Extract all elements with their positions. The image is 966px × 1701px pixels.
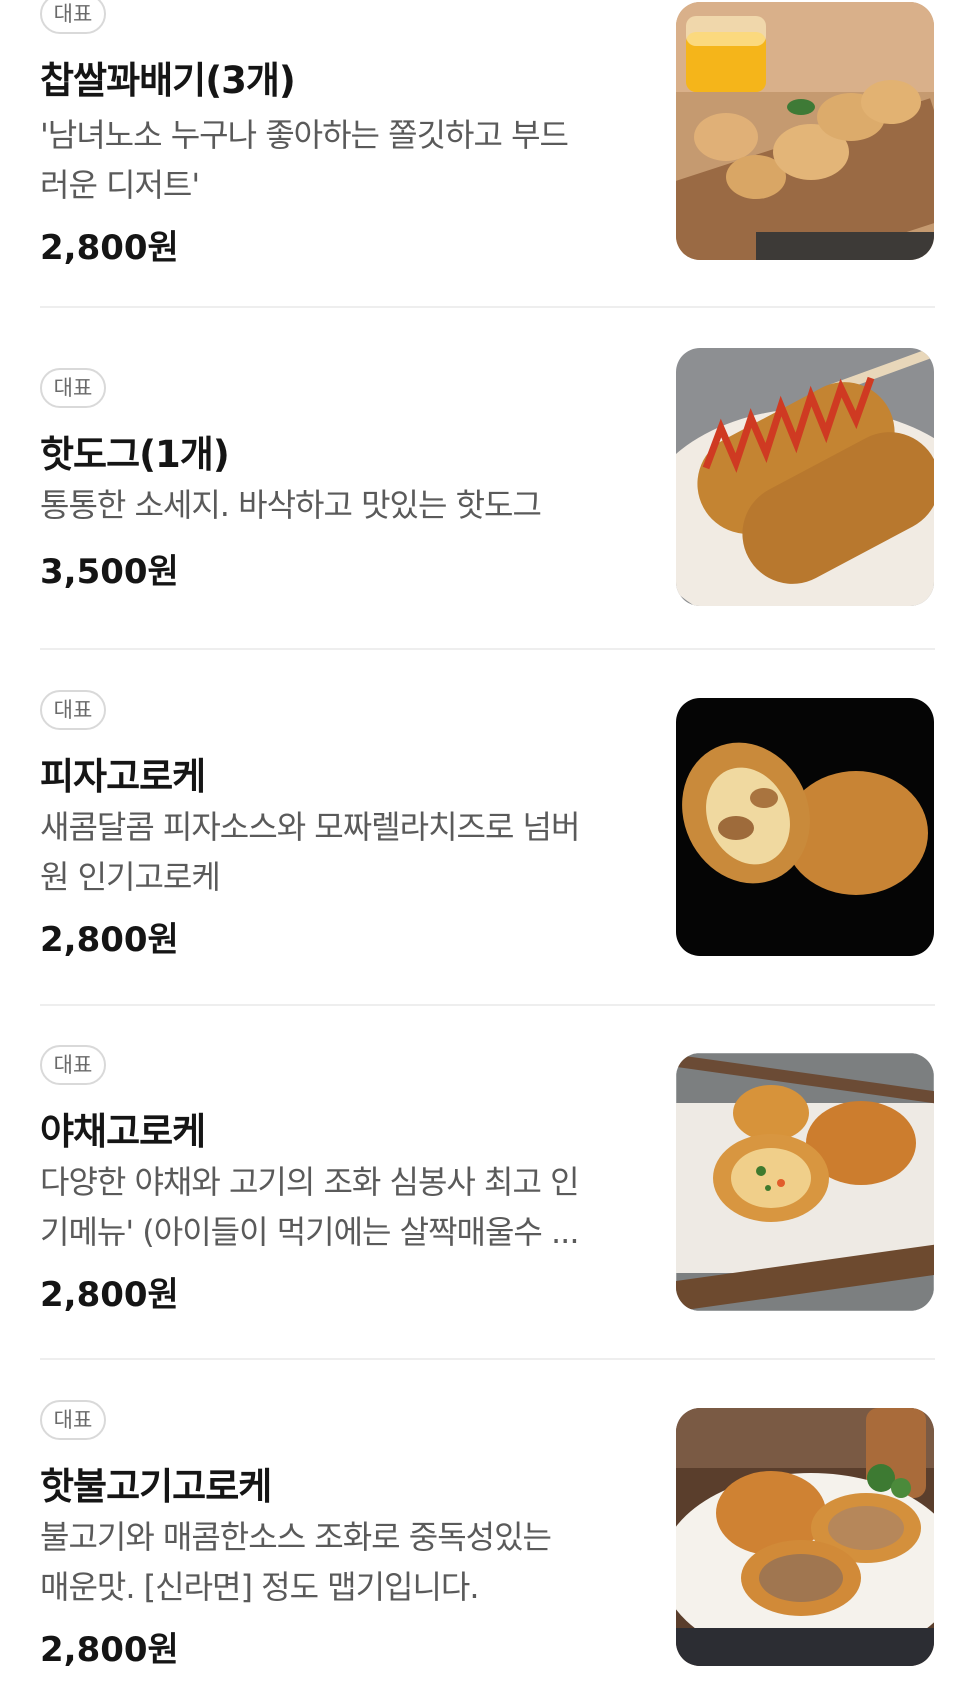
menu-item-name: 핫도그(1개): [40, 433, 230, 476]
menu-item-description-line: 원 인기고로케: [40, 858, 221, 896]
menu-item-price: 2,800원: [40, 1275, 179, 1315]
menu-item-photo[interactable]: [676, 2, 934, 260]
menu-item-description: 불고기와 매콤한소스 조화로 중독성있는 매운맛. [신라면] 정도 맵기입니다…: [40, 1512, 640, 1612]
menu-item-photo[interactable]: [676, 1408, 934, 1666]
menu-divider: [40, 648, 935, 650]
menu-item-description-line: 불고기와 매콤한소스 조화로 중독성있는: [40, 1518, 552, 1556]
menu-item-description: '남녀노소 누구나 좋아하는 쫄깃하고 부드 러운 디저트': [40, 110, 640, 210]
menu-item-description-line: '남녀노소 누구나 좋아하는 쫄깃하고 부드: [40, 116, 569, 154]
vegetable-croquettes-photo: [676, 1053, 934, 1311]
bulgogi-croquettes-photo: [676, 1408, 934, 1666]
signature-badge: 대표: [40, 0, 106, 34]
menu-item-description-line: 매운맛. [신라면] 정도 맵기입니다.: [40, 1568, 480, 1606]
menu-item-description-line: 통통한 소세지. 바삭하고 맛있는 핫도그: [40, 486, 542, 524]
menu-item-description-line: 새콤달콤 피자소스와 모짜렐라치즈로 넘버: [40, 808, 580, 846]
menu-item-price: 2,800원: [40, 228, 179, 268]
menu-item-chapssal-kkwabaegi[interactable]: 대표 찹쌀꽈배기(3개) '남녀노소 누구나 좋아하는 쫄깃하고 부드 러운 디…: [40, 0, 934, 280]
menu-item-name: 야채고로케: [40, 1110, 206, 1153]
pizza-croquettes-photo: [676, 698, 934, 956]
menu-item-pizza-croquette[interactable]: 대표 피자고로케 새콤달콤 피자소스와 모짜렐라치즈로 넘버 원 인기고로케 2…: [40, 690, 934, 990]
signature-badge: 대표: [40, 368, 106, 408]
menu-divider: [40, 1358, 935, 1360]
menu-item-price: 2,800원: [40, 920, 179, 960]
corn-dogs-photo: [676, 348, 934, 606]
signature-badge: 대표: [40, 1045, 106, 1085]
menu-item-description-line: 러운 디저트': [40, 166, 200, 204]
menu-item-description-line: 기메뉴' (아이들이 먹기에는 살짝매울수 ...: [40, 1213, 580, 1251]
menu-item-price: 2,800원: [40, 1630, 179, 1670]
menu-item-hot-bulgogi-croquette[interactable]: 대표 핫불고기고로케 불고기와 매콤한소스 조화로 중독성있는 매운맛. [신라…: [40, 1400, 934, 1700]
menu-item-description-line: 다양한 야채와 고기의 조화 심봉사 최고 인: [40, 1163, 580, 1201]
twisted-donuts-photo: [676, 2, 934, 260]
menu-item-name: 찹쌀꽈배기(3개): [40, 59, 296, 102]
menu-item-hotdog[interactable]: 대표 핫도그(1개) 통통한 소세지. 바삭하고 맛있는 핫도그 3,500원: [40, 348, 934, 608]
menu-item-vegetable-croquette[interactable]: 대표 야채고로케 다양한 야채와 고기의 조화 심봉사 최고 인 기메뉴' (아…: [40, 1045, 934, 1345]
menu-item-description: 통통한 소세지. 바삭하고 맛있는 핫도그: [40, 480, 640, 530]
menu-item-description: 새콤달콤 피자소스와 모짜렐라치즈로 넘버 원 인기고로케: [40, 802, 640, 902]
signature-badge: 대표: [40, 690, 106, 730]
signature-badge: 대표: [40, 1400, 106, 1440]
menu-item-photo[interactable]: [676, 1053, 934, 1311]
menu-item-photo[interactable]: [676, 348, 934, 606]
menu-divider: [40, 1004, 935, 1006]
menu-item-description: 다양한 야채와 고기의 조화 심봉사 최고 인 기메뉴' (아이들이 먹기에는 …: [40, 1157, 640, 1257]
menu-list: 대표 찹쌀꽈배기(3개) '남녀노소 누구나 좋아하는 쫄깃하고 부드 러운 디…: [0, 0, 966, 1701]
menu-item-name: 핫불고기고로케: [40, 1465, 272, 1508]
menu-divider: [40, 306, 935, 308]
menu-item-photo[interactable]: [676, 698, 934, 956]
menu-item-name: 피자고로케: [40, 755, 206, 798]
menu-item-price: 3,500원: [40, 552, 179, 592]
